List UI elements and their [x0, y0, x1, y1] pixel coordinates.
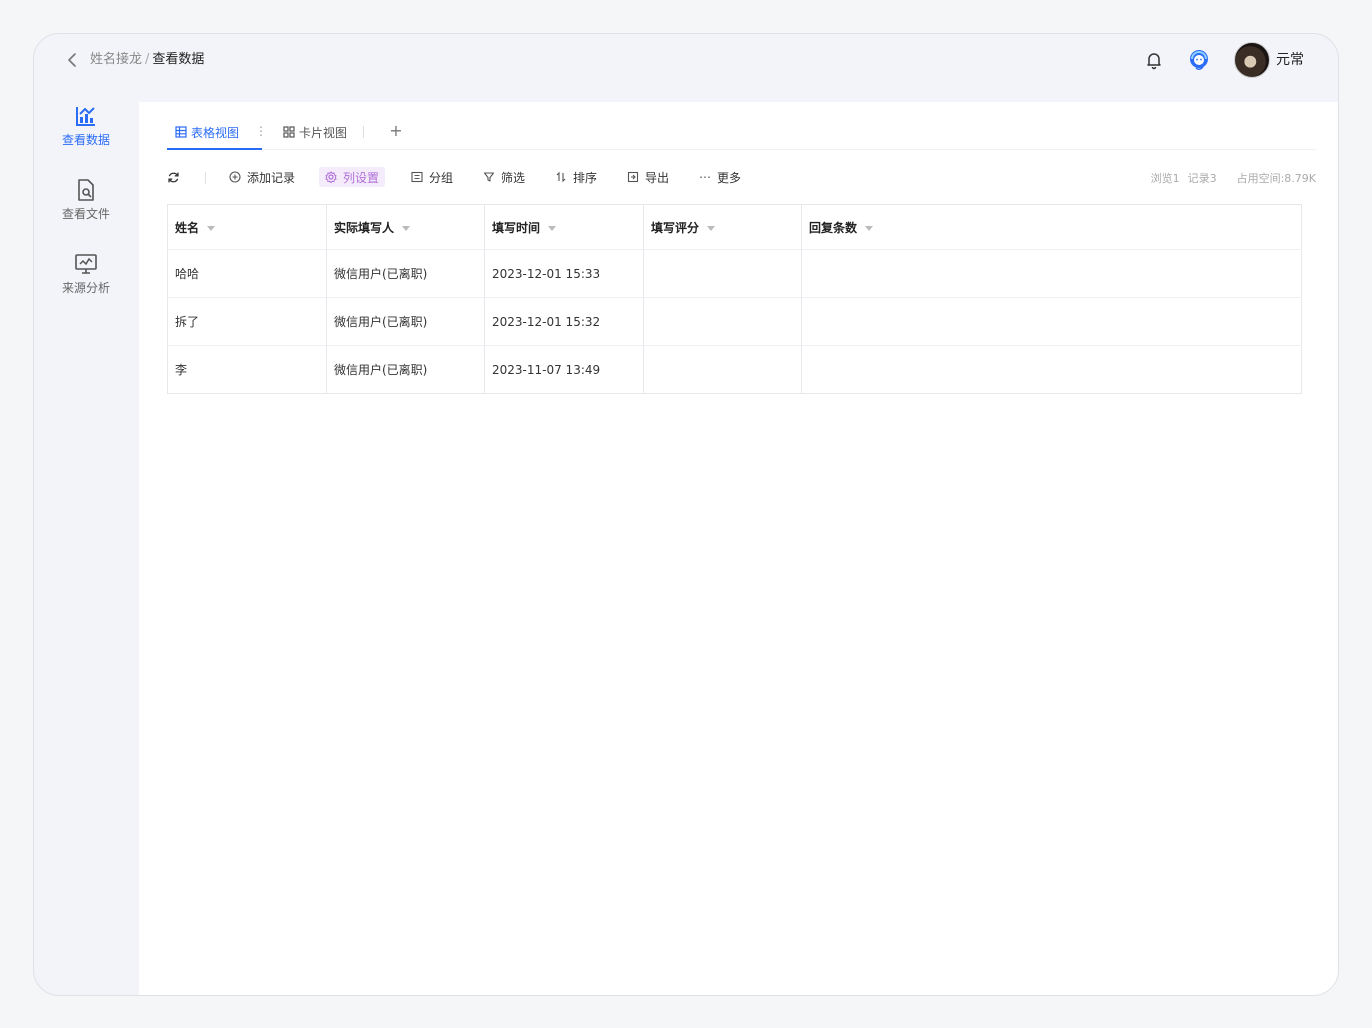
table-row[interactable]: 拆了 微信用户(已离职) 2023-12-01 15:32 — [167, 297, 1302, 346]
table-cell[interactable]: 微信用户(已离职) — [326, 249, 485, 298]
table-cell[interactable]: 拆了 — [167, 297, 327, 346]
table-header-row: 姓名 实际填写人 填写时间 填写评分 回复条数 — [167, 204, 1302, 250]
gear-icon — [325, 171, 337, 183]
views-count: 浏览1 — [1150, 172, 1180, 185]
chart-icon — [76, 107, 95, 126]
group-button[interactable]: 分组 — [411, 167, 453, 187]
sidebar-item-label: 来源分析 — [61, 281, 110, 295]
breadcrumb-current: 查看数据 — [152, 52, 205, 67]
table-icon — [175, 126, 187, 138]
refresh-icon — [168, 172, 179, 182]
column-header[interactable]: 姓名 — [167, 204, 327, 250]
table-cell[interactable]: 哈哈 — [167, 249, 327, 298]
plus-circle-icon — [229, 171, 241, 183]
back-icon[interactable] — [64, 51, 82, 69]
tab-card-view[interactable]: 卡片视图 — [283, 114, 347, 150]
column-header[interactable]: 回复条数 — [801, 204, 1302, 250]
data-table: 姓名 实际填写人 填写时间 填写评分 回复条数 哈哈 微信用户(已离职) 202… — [167, 204, 1302, 394]
monitor-analytics-icon — [75, 254, 97, 274]
table-cell[interactable] — [643, 297, 802, 346]
column-header[interactable]: 填写评分 — [643, 204, 802, 250]
filter-label: 筛选 — [501, 170, 526, 185]
sidebar-item-view-files[interactable]: 查看文件 — [34, 178, 138, 222]
more-label: 更多 — [717, 170, 742, 185]
sidebar-item-label: 查看数据 — [61, 133, 110, 147]
table-row[interactable]: 李 微信用户(已离职) 2023-11-07 13:49 — [167, 345, 1302, 394]
table-cell[interactable]: 2023-12-01 15:32 — [484, 297, 644, 346]
column-header[interactable]: 实际填写人 — [326, 204, 485, 250]
customer-service-icon[interactable] — [1186, 47, 1212, 73]
view-tabs: 表格视图 ⋮ 卡片视图 + — [167, 114, 1316, 150]
table-cell[interactable]: 2023-11-07 13:49 — [484, 345, 644, 394]
main-content: 表格视图 ⋮ 卡片视图 + 添加记录 列设置 分组 筛选 排序 导出 ⋯ 更多 … — [139, 102, 1338, 995]
refresh-button[interactable] — [167, 167, 180, 187]
add-record-label: 添加记录 — [247, 170, 296, 185]
column-header[interactable]: 填写时间 — [484, 204, 644, 250]
sidebar-item-source-analysis[interactable]: 来源分析 — [34, 252, 138, 296]
breadcrumb-separator: / — [145, 52, 150, 67]
table-cell[interactable] — [801, 345, 1302, 394]
caret-down-icon[interactable] — [707, 225, 716, 231]
records-count: 记录3 — [1187, 172, 1217, 185]
filter-button[interactable]: 筛选 — [483, 167, 525, 187]
export-icon — [627, 171, 639, 183]
bell-icon[interactable] — [1144, 50, 1164, 70]
caret-down-icon[interactable] — [865, 225, 874, 231]
breadcrumb-parent[interactable]: 姓名接龙 — [90, 52, 142, 67]
caret-down-icon[interactable] — [207, 225, 216, 231]
caret-down-icon[interactable] — [402, 225, 411, 231]
table-cell[interactable] — [643, 345, 802, 394]
ellipsis-icon: ⋯ — [699, 170, 711, 184]
table-cell[interactable] — [801, 249, 1302, 298]
avatar[interactable] — [1234, 42, 1270, 78]
tab-more-icon[interactable]: ⋮ — [255, 124, 267, 138]
toolbar: 添加记录 列设置 分组 筛选 排序 导出 ⋯ 更多 浏览1 记录3 占用空间:8… — [167, 164, 1316, 190]
storage-usage: 占用空间:8.79K — [1236, 172, 1316, 185]
table-row[interactable]: 哈哈 微信用户(已离职) 2023-12-01 15:33 — [167, 249, 1302, 298]
export-button[interactable]: 导出 — [627, 167, 669, 187]
tab-label: 卡片视图 — [299, 125, 348, 140]
column-settings-label: 列设置 — [343, 170, 380, 185]
breadcrumb: 姓名接龙 / 查看数据 — [90, 51, 204, 69]
data-stats: 浏览1 记录3 占用空间:8.79K — [1143, 170, 1316, 186]
table-cell[interactable]: 李 — [167, 345, 327, 394]
sidebar-item-view-data[interactable]: 查看数据 — [34, 104, 138, 148]
table-cell[interactable]: 微信用户(已离职) — [326, 345, 485, 394]
tab-label: 表格视图 — [191, 125, 240, 140]
group-icon — [411, 171, 423, 183]
file-search-icon — [78, 179, 94, 201]
add-record-button[interactable]: 添加记录 — [229, 167, 295, 187]
table-cell[interactable]: 2023-12-01 15:33 — [484, 249, 644, 298]
group-label: 分组 — [429, 170, 454, 185]
table-cell[interactable]: 微信用户(已离职) — [326, 297, 485, 346]
top-bar: 姓名接龙 / 查看数据 元常 — [34, 34, 1338, 94]
sidebar-item-label: 查看文件 — [61, 207, 110, 221]
tab-table-view[interactable]: 表格视图 — [175, 114, 239, 150]
filter-icon — [483, 172, 495, 182]
more-button[interactable]: ⋯ 更多 — [699, 167, 741, 187]
tab-divider — [363, 126, 364, 138]
sidebar: 查看数据 查看文件 来源分析 — [34, 94, 138, 995]
sort-label: 排序 — [573, 170, 598, 185]
toolbar-divider — [205, 172, 206, 184]
sort-button[interactable]: 排序 — [555, 167, 597, 187]
column-settings-button[interactable]: 列设置 — [319, 167, 386, 187]
table-cell[interactable] — [643, 249, 802, 298]
grid-icon — [283, 126, 295, 138]
app-frame: 姓名接龙 / 查看数据 元常 查看数据 查看文件 来源分析 表格视图 ⋮ 卡片视… — [33, 33, 1339, 996]
sort-icon — [556, 171, 566, 183]
export-label: 导出 — [645, 170, 670, 185]
caret-down-icon[interactable] — [548, 225, 557, 231]
table-cell[interactable] — [801, 297, 1302, 346]
active-tab-indicator — [167, 148, 262, 150]
add-view-icon[interactable]: + — [389, 122, 403, 140]
username[interactable]: 元常 — [1276, 51, 1304, 69]
